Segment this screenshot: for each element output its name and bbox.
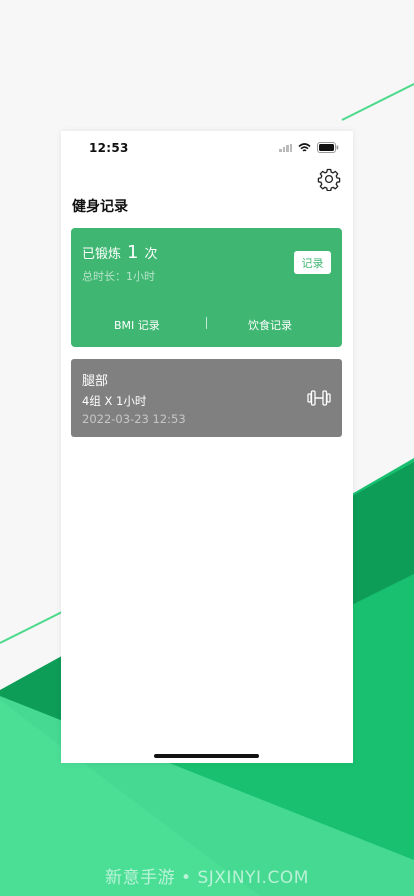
home-indicator[interactable]: [154, 754, 259, 758]
workout-record-card[interactable]: 腿部 4组 X 1小时 2022-03-23 12:53: [71, 359, 342, 437]
bmi-record-link[interactable]: BMI 记录: [114, 317, 160, 333]
dumbbell-icon: [307, 390, 331, 406]
link-divider: [206, 317, 207, 329]
watermark-text: 新意手游 • SJXINYI.COM: [105, 868, 309, 888]
summary-card: 已锻炼 1 次 总时长：1小时 记录 BMI 记录 饮食记录: [71, 228, 342, 347]
trained-prefix: 已锻炼: [82, 247, 122, 262]
record-button[interactable]: 记录: [294, 251, 331, 274]
status-time: 12:53: [89, 141, 129, 155]
status-bar: 12:53: [61, 131, 353, 165]
trained-suffix: 次: [144, 247, 158, 262]
workout-sets: 4组 X 1小时: [82, 394, 147, 408]
screenshot-stage: 12:53 健身记录 已锻炼 1 次 总时长：1小时 记录 BMI 记录 饮食记…: [0, 0, 414, 896]
status-icons: [279, 142, 339, 153]
signal-icon: [279, 143, 292, 152]
page-title: 健身记录: [72, 199, 128, 215]
phone-screen: 12:53 健身记录 已锻炼 1 次 总时长：1小时 记录 BMI 记录 饮食记…: [61, 131, 353, 763]
wifi-icon: [298, 142, 311, 151]
workout-datetime: 2022-03-23 12:53: [82, 412, 186, 426]
settings-gear-icon[interactable]: [317, 167, 341, 191]
workout-name: 腿部: [82, 374, 109, 389]
trained-count-line: 已锻炼 1 次: [82, 242, 157, 263]
diet-record-link[interactable]: 饮食记录: [248, 317, 292, 333]
battery-icon: [317, 142, 339, 153]
total-duration: 总时长：1小时: [82, 270, 155, 283]
trained-count: 1: [127, 242, 139, 263]
